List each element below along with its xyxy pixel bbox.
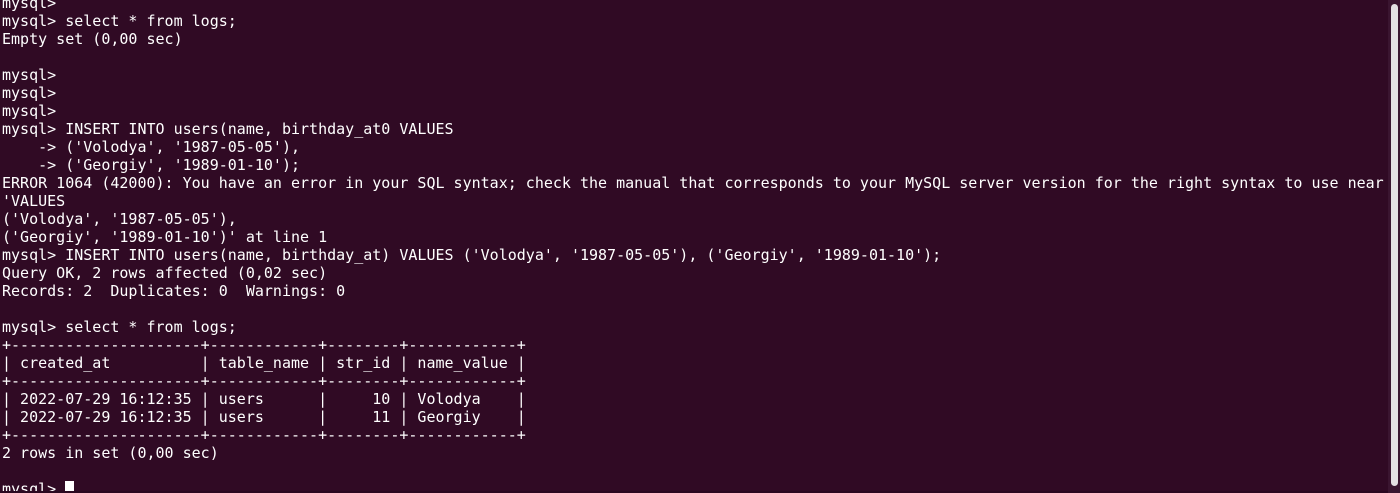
scrollbar-thumb[interactable]	[1391, 4, 1398, 486]
table-border-line: +---------------------+------------+----…	[2, 372, 526, 390]
terminal-line: 'VALUES	[2, 192, 66, 210]
terminal-line: mysql> select * from logs;	[2, 318, 237, 336]
vertical-scrollbar[interactable]	[1388, 0, 1400, 493]
table-border-line: +---------------------+------------+----…	[2, 336, 526, 354]
terminal-window[interactable]: mysql> mysql> select * from logs; Empty …	[0, 0, 1388, 493]
terminal-line: mysql>	[2, 84, 57, 102]
terminal-line: mysql> INSERT INTO users(name, birthday_…	[2, 246, 942, 264]
terminal-line: 2 rows in set (0,00 sec)	[2, 444, 219, 462]
terminal-line: Records: 2 Duplicates: 0 Warnings: 0	[2, 282, 346, 300]
terminal-line: ('Georgiy', '1989-01-10')' at line 1	[2, 228, 328, 246]
terminal-line: Empty set (0,00 sec)	[2, 30, 183, 48]
table-row: | 2022-07-29 16:12:35 | users | 11 | Geo…	[2, 408, 526, 426]
terminal-line: mysql>	[2, 0, 57, 12]
error-message-line: ERROR 1064 (42000): You have an error in…	[2, 174, 1384, 192]
terminal-line: mysql>	[2, 66, 57, 84]
terminal-line: -> ('Georgiy', '1989-01-10');	[2, 156, 301, 174]
terminal-line: -> ('Volodya', '1987-05-05'),	[2, 138, 301, 156]
terminal-line: mysql> INSERT INTO users(name, birthday_…	[2, 120, 454, 138]
terminal-line: ('Volodya', '1987-05-05'),	[2, 210, 237, 228]
table-row: | 2022-07-29 16:12:35 | users | 10 | Vol…	[2, 390, 526, 408]
table-border-line: +---------------------+------------+----…	[2, 426, 526, 444]
terminal-line: mysql> select * from logs;	[2, 12, 237, 30]
terminal-output: mysql> mysql> select * from logs; Empty …	[2, 0, 1384, 493]
table-header-row: | created_at | table_name | str_id | nam…	[2, 354, 526, 372]
terminal-line: mysql>	[2, 102, 57, 120]
terminal-line: Query OK, 2 rows affected (0,02 sec)	[2, 264, 328, 282]
